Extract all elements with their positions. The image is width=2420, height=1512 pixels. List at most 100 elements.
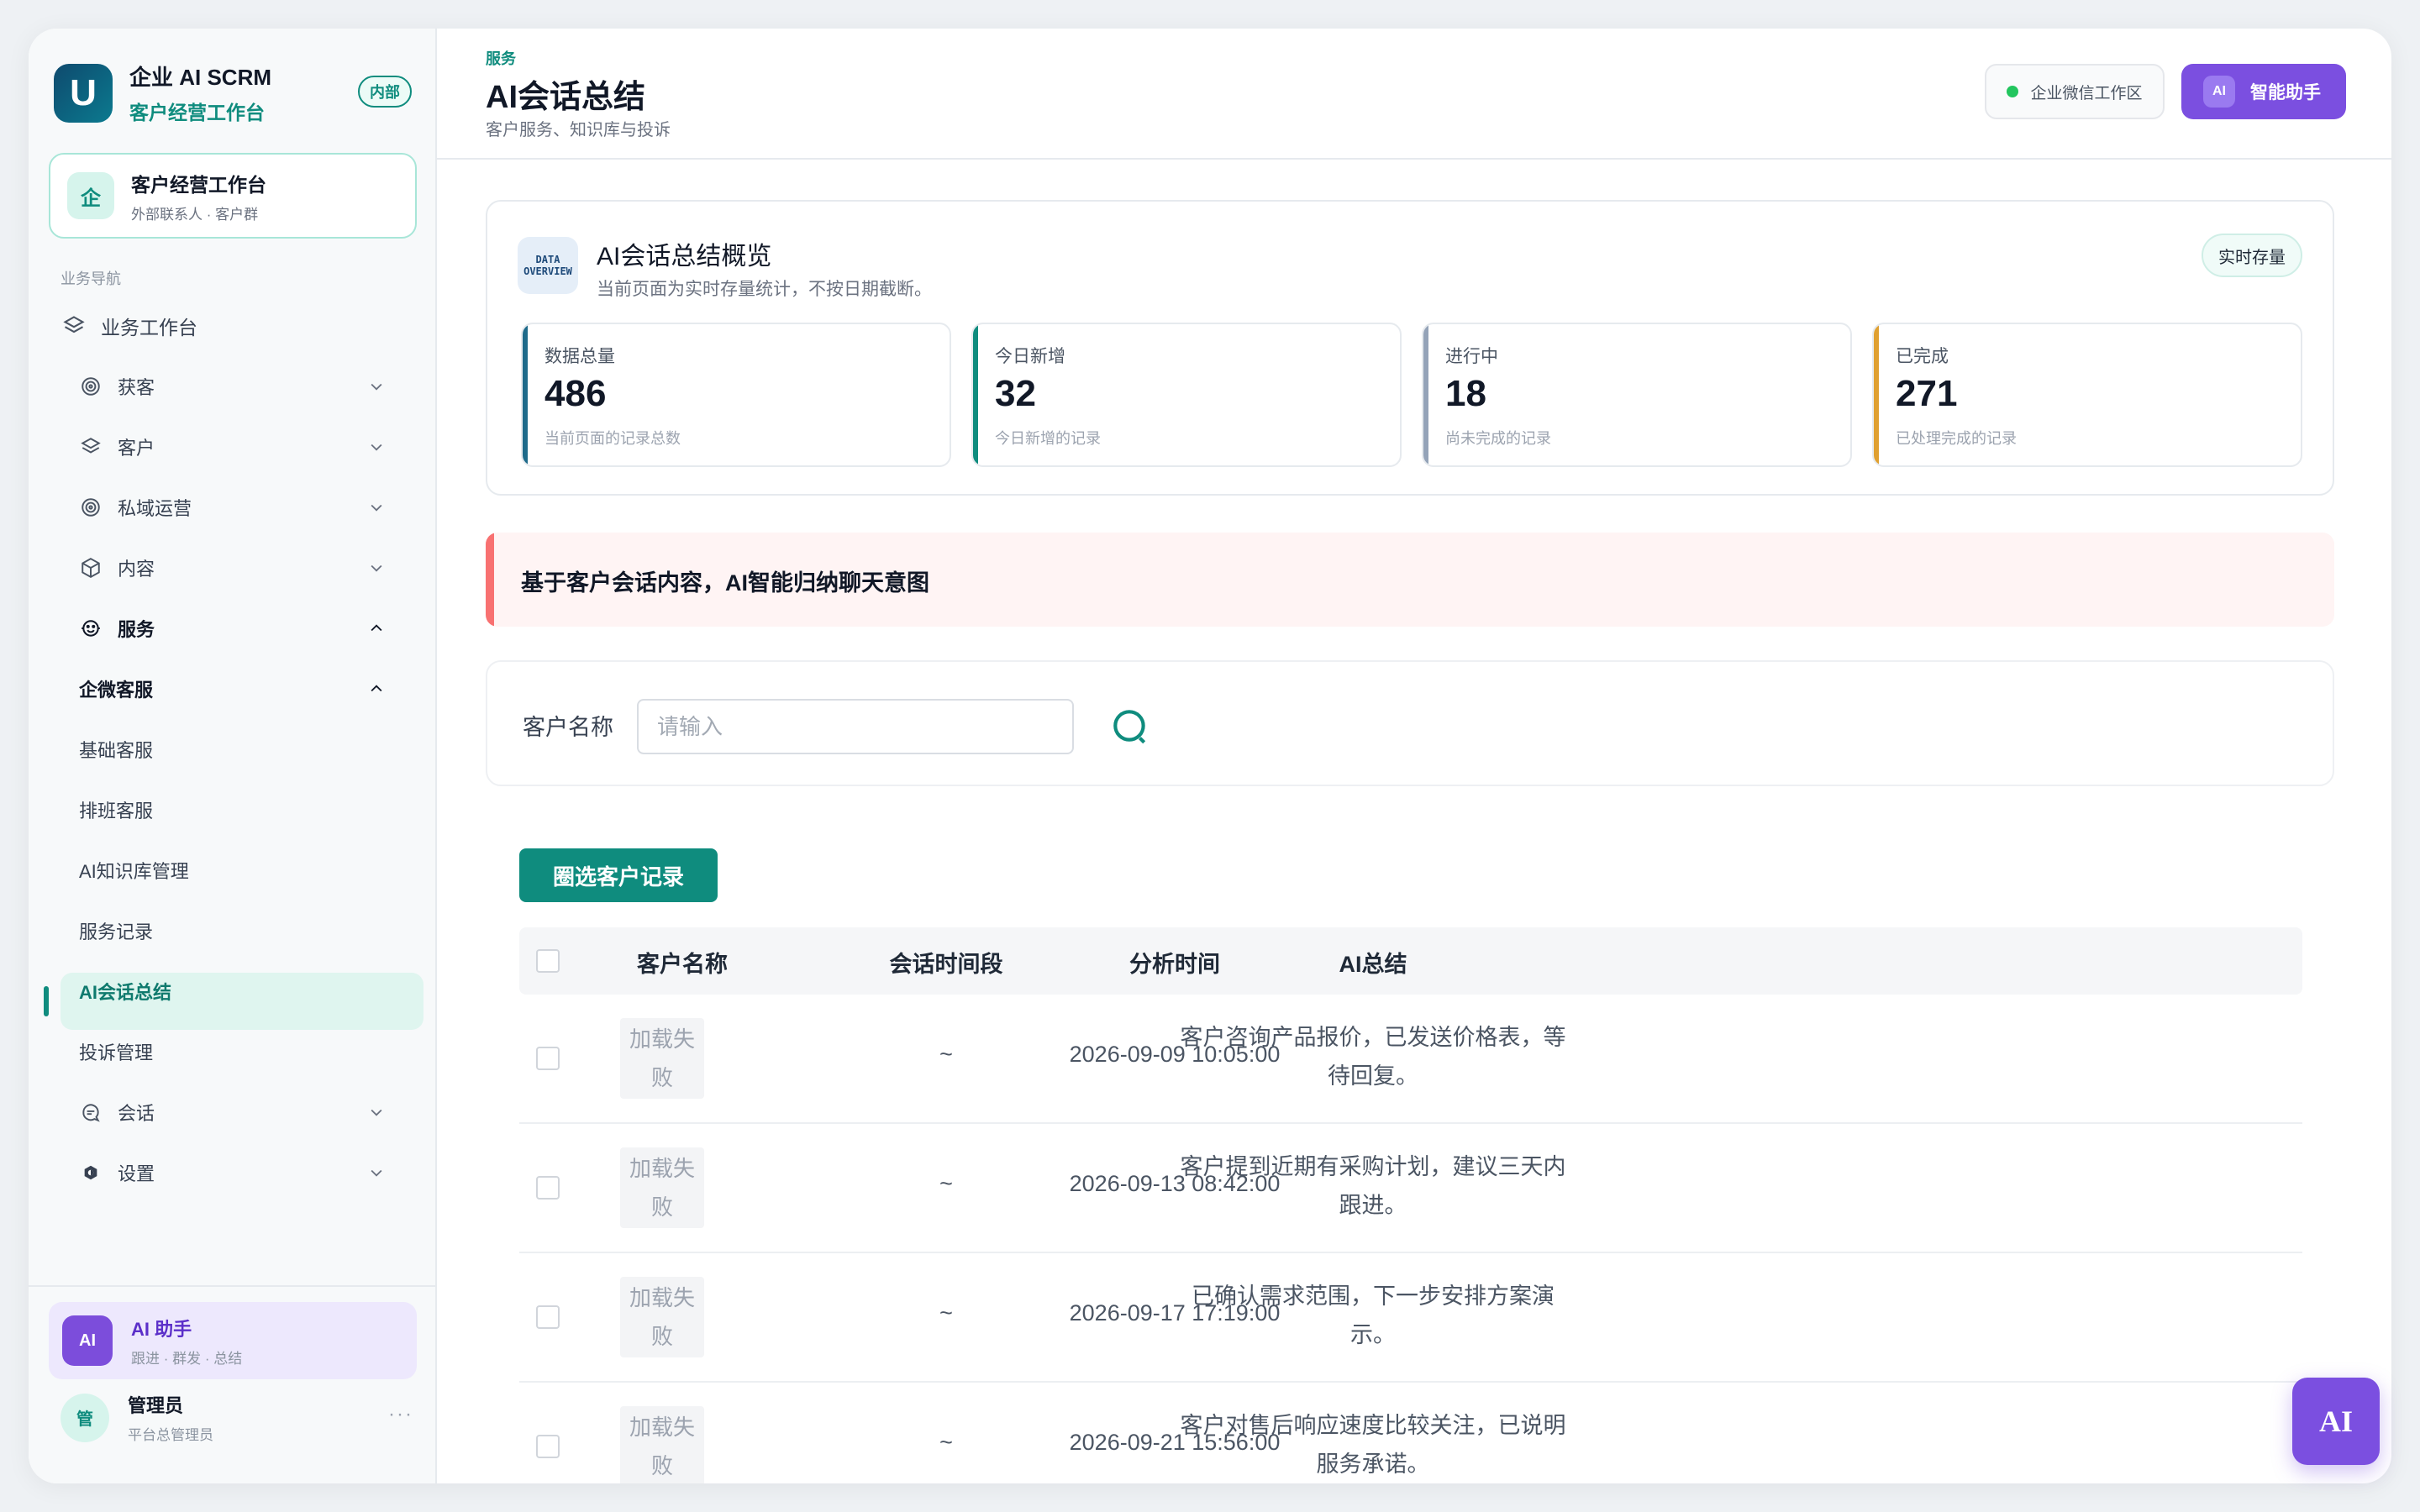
ai-assistant-card[interactable]: AI AI 助手 跟进 · 群发 · 总结: [49, 1302, 417, 1379]
workspace-card[interactable]: 企 客户经营工作台 外部联系人 · 客户群: [49, 153, 417, 239]
sidebar-item-basic-service[interactable]: 基础客服: [29, 719, 437, 780]
records-table: 客户名称 会话时间段 分析时间 AI总结 加载失败 ~ 2026-09-09 1…: [519, 927, 2302, 1483]
sidebar-item-label: 排班客服: [79, 801, 154, 822]
chevron-down-icon: [371, 444, 382, 451]
chevron-down-icon: [371, 504, 382, 512]
ai-summary: 客户咨询产品报价，已发送价格表，等待回复。: [1180, 1025, 1566, 1089]
select-all-checkbox[interactable]: [536, 949, 560, 973]
stat-note: 当前页面的记录总数: [544, 430, 681, 447]
banner-accent-bar: [486, 533, 494, 627]
table-row[interactable]: 加载失败 ~ 2026-09-13 08:42:00 客户提到近期有采购计划，建…: [519, 1124, 2302, 1253]
customer-image-placeholder: 加载失败: [620, 1147, 704, 1228]
overview-subtitle: 当前页面为实时存量统计，不按日期截断。: [597, 280, 932, 299]
avatar: 管: [60, 1393, 109, 1442]
stat-note: 尚未完成的记录: [1445, 430, 1551, 447]
brand-title: 企业 AI SCRM: [129, 65, 272, 90]
row-checkbox[interactable]: [536, 1435, 560, 1458]
sidebar-item-workbench[interactable]: 业务工作台: [29, 296, 437, 356]
chevron-down-icon: [371, 383, 382, 391]
session-period: ~: [939, 1042, 953, 1067]
stat-value: 271: [1896, 373, 1958, 414]
ai-assistant-title: AI 助手: [131, 1318, 192, 1340]
filter-panel: 客户名称: [486, 660, 2334, 786]
ai-summary: 客户对售后响应速度比较关注，已说明服务承诺。: [1180, 1413, 1566, 1477]
sidebar-item-label: 基础客服: [79, 740, 154, 761]
sidebar-item-acquire[interactable]: 获客: [29, 356, 437, 417]
more-icon[interactable]: ···: [388, 1403, 413, 1426]
stat-label: 已完成: [1896, 347, 1949, 366]
row-checkbox[interactable]: [536, 1305, 560, 1329]
sidebar-item-shift-service[interactable]: 排班客服: [29, 780, 437, 840]
stat-card-total: 数据总量 486 当前页面的记录总数: [521, 323, 951, 467]
row-checkbox[interactable]: [536, 1176, 560, 1200]
stat-accent-bar: [973, 324, 978, 465]
sidebar-item-wecom-service[interactable]: 企微客服: [29, 659, 437, 719]
ai-assistant-subtitle: 跟进 · 群发 · 总结: [131, 1350, 243, 1367]
target-icon: [79, 496, 103, 519]
stat-value: 18: [1445, 373, 1486, 414]
customer-image-placeholder: 加载失败: [620, 1018, 704, 1099]
smile-icon: [79, 617, 103, 640]
stat-accent-bar: [1423, 324, 1428, 465]
customer-image-placeholder: 加载失败: [620, 1406, 704, 1483]
customer-name-input[interactable]: [637, 699, 1074, 754]
sidebar-item-private-ops[interactable]: 私域运营: [29, 477, 437, 538]
layers-icon: [79, 435, 103, 459]
workspace-subtitle: 外部联系人 · 客户群: [131, 206, 259, 223]
ai-chip-icon: AI: [2203, 76, 2235, 108]
chevron-up-icon: [371, 685, 382, 692]
column-header-analysis-time[interactable]: 分析时间: [1129, 946, 1220, 979]
sidebar-item-ai-summary[interactable]: AI会话总结: [29, 961, 437, 1021]
table-row[interactable]: 加载失败 ~ 2026-09-21 15:56:00 客户对售后响应速度比较关注…: [519, 1383, 2302, 1483]
overview-title: AI会话总结概览: [597, 243, 772, 270]
internal-badge: 内部: [358, 76, 412, 108]
customer-image-placeholder: 加载失败: [620, 1277, 704, 1357]
user-profile[interactable]: 管 管理员 平台总管理员 ···: [60, 1391, 413, 1444]
top-bar: 服务 AI会话总结 客户服务、知识库与投诉 企业微信工作区 AI 智能助手: [437, 29, 2391, 160]
stat-card-today: 今日新增 32 今日新增的记录: [971, 323, 1402, 467]
chevron-down-icon: [371, 1169, 382, 1177]
workspace-env-button[interactable]: 企业微信工作区: [1985, 64, 2165, 119]
stat-label: 今日新增: [995, 347, 1065, 366]
sidebar-item-label: 会话: [118, 1103, 155, 1124]
sidebar-item-label: AI知识库管理: [79, 861, 189, 882]
search-icon[interactable]: [1109, 706, 1151, 748]
smart-assistant-button[interactable]: AI 智能助手: [2181, 64, 2346, 119]
sidebar-item-label: AI会话总结: [79, 982, 172, 1003]
column-header-customer[interactable]: 客户名称: [637, 946, 728, 979]
workspace-title: 客户经营工作台: [131, 173, 266, 196]
ai-floating-button[interactable]: AI: [2292, 1378, 2380, 1465]
sidebar-item-complaints[interactable]: 投诉管理: [29, 1021, 437, 1082]
chevron-down-icon: [371, 564, 382, 572]
sidebar-item-session[interactable]: 会话: [29, 1082, 437, 1142]
stat-note: 今日新增的记录: [995, 430, 1101, 447]
select-customer-records-button[interactable]: 圈选客户记录: [519, 848, 718, 902]
session-period: ~: [939, 1430, 953, 1455]
sidebar-item-service-records[interactable]: 服务记录: [29, 900, 437, 961]
stat-label: 进行中: [1445, 347, 1498, 366]
breadcrumb[interactable]: 服务: [486, 47, 516, 69]
table-row[interactable]: 加载失败 ~ 2026-09-09 10:05:00 客户咨询产品报价，已发送价…: [519, 995, 2302, 1124]
sidebar-item-label: 设置: [118, 1163, 155, 1184]
workspace-icon: 企: [67, 172, 114, 219]
brand: U 企业 AI SCRM 客户经营工作台: [54, 60, 271, 125]
sidebar-item-customer[interactable]: 客户: [29, 417, 437, 477]
sidebar-item-label: 内容: [118, 559, 155, 580]
sidebar-item-label: 投诉管理: [79, 1042, 154, 1063]
user-role: 平台总管理员: [128, 1427, 213, 1443]
table-row[interactable]: 加载失败 ~ 2026-09-17 17:19:00 已确认需求范围，下一步安排…: [519, 1253, 2302, 1383]
settings-icon: [79, 1161, 103, 1184]
info-banner: 基于客户会话内容，AI智能归纳聊天意图: [486, 533, 2334, 627]
sidebar-item-label: 服务: [118, 619, 155, 640]
sidebar-item-settings[interactable]: 设置: [29, 1142, 437, 1203]
sidebar-item-ai-kb[interactable]: AI知识库管理: [29, 840, 437, 900]
column-header-ai-summary[interactable]: AI总结: [1339, 946, 1407, 979]
row-checkbox[interactable]: [536, 1047, 560, 1070]
sidebar-item-service[interactable]: 服务: [29, 598, 437, 659]
sidebar-item-content[interactable]: 内容: [29, 538, 437, 598]
overview-card: DATA OVERVIEW AI会话总结概览 当前页面为实时存量统计，不按日期截…: [486, 200, 2334, 496]
column-header-period[interactable]: 会话时间段: [890, 946, 1003, 979]
stat-accent-bar: [523, 324, 528, 465]
sidebar-item-label: 私域运营: [118, 498, 192, 519]
page-subtitle: 客户服务、知识库与投诉: [486, 121, 671, 139]
